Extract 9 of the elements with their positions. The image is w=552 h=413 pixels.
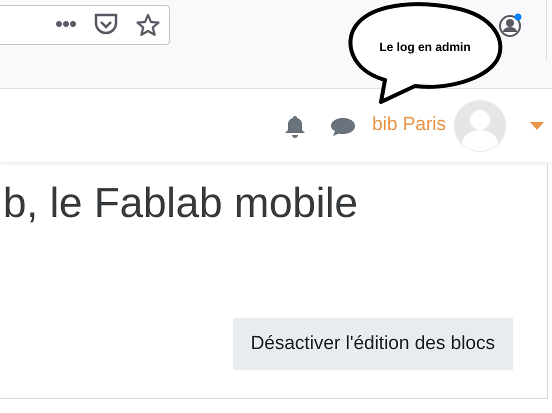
star-icon[interactable] [136, 13, 160, 37]
callout-text: Le log en admin [378, 39, 472, 56]
account-icon[interactable] [498, 12, 524, 38]
bell-icon[interactable] [284, 114, 306, 138]
address-bar[interactable] [0, 5, 170, 45]
more-icon[interactable] [55, 20, 77, 28]
pocket-icon[interactable] [94, 13, 118, 35]
edit-blocks-button[interactable]: Désactiver l'édition des blocs [232, 318, 513, 370]
page-title: b, le Fablab mobile [3, 178, 359, 228]
